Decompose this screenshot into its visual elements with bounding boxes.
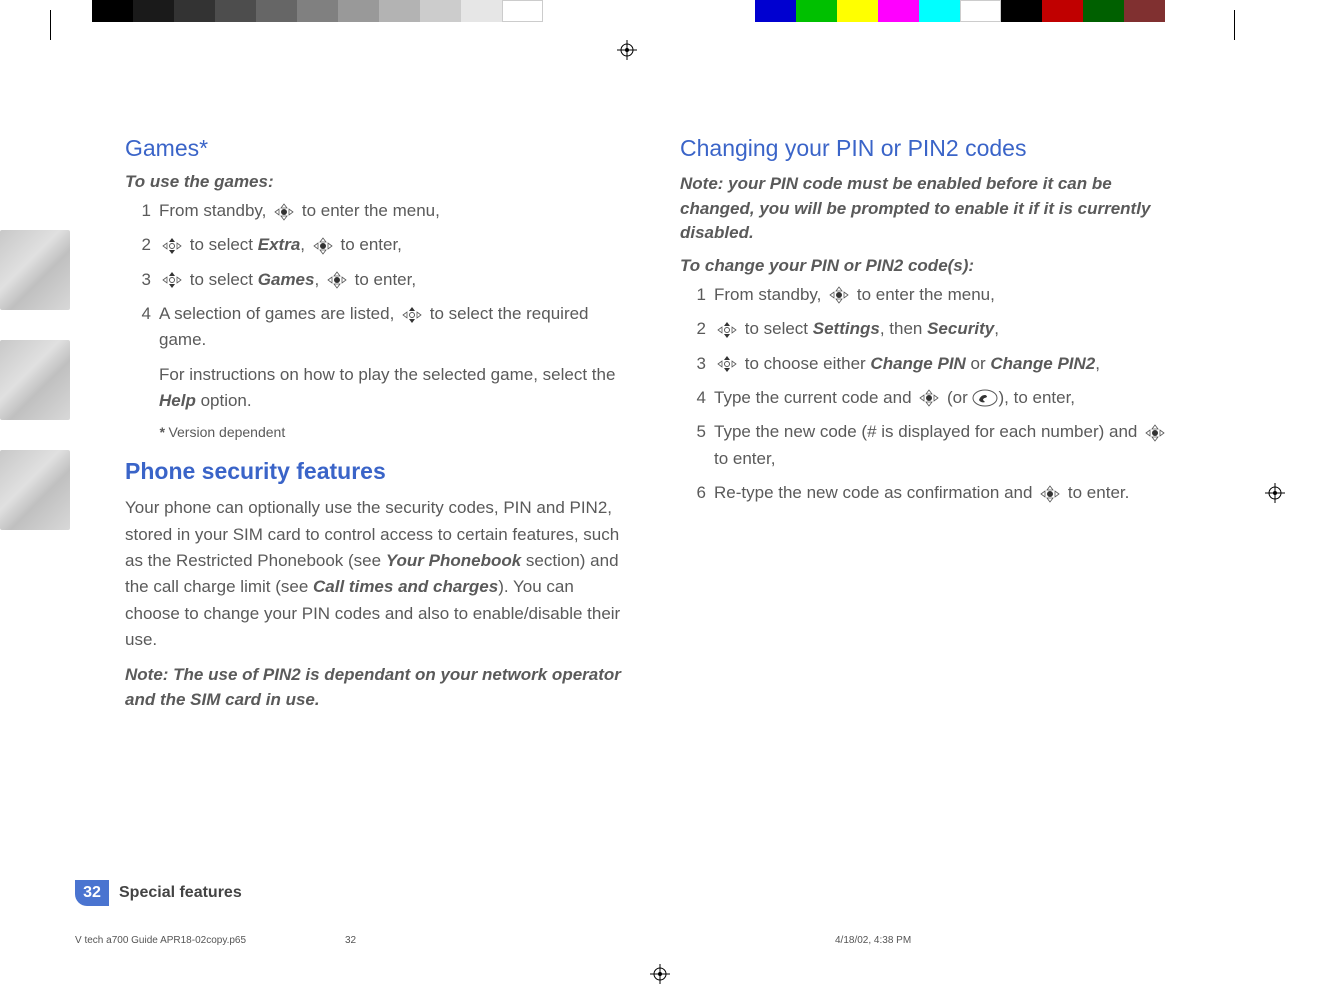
nav-center-icon [1144, 424, 1166, 442]
step-1: 1From standby, to enter the menu, [147, 198, 625, 224]
nav-center-icon [326, 271, 348, 289]
games-steps-list: 1From standby, to enter the menu, 2 to s… [125, 198, 625, 354]
nav-updown-icon [161, 271, 183, 289]
step-5: 5Type the new code (# is displayed for e… [702, 419, 1180, 472]
change-pin-steps-list: 1From standby, to enter the menu, 2 to s… [680, 282, 1180, 506]
step-2: 2 to select Extra, to enter, [147, 232, 625, 258]
subheading-change-pin: To change your PIN or PIN2 code(s): [680, 256, 1180, 276]
heading-games: Games* [125, 135, 625, 162]
step-4: 4A selection of games are listed, to sel… [147, 301, 625, 354]
nav-center-icon [828, 286, 850, 304]
security-paragraph: Your phone can optionally use the securi… [125, 495, 625, 653]
registration-mark-icon [617, 40, 637, 60]
call-key-icon [972, 389, 998, 407]
nav-center-icon [312, 237, 334, 255]
crop-mark [1205, 10, 1245, 50]
print-date: 4/18/02, 4:38 PM [835, 935, 911, 946]
step-4: 4Type the current code and (or ), to ent… [702, 385, 1180, 411]
print-page-number: 32 [345, 935, 835, 946]
step-3: 3 to choose either Change PIN or Change … [702, 351, 1180, 377]
page-number-badge: 32 [75, 880, 109, 906]
nav-updown-icon [401, 306, 423, 324]
source-filename: V tech a700 Guide APR18-02copy.p65 [75, 935, 345, 946]
left-column: Games* To use the games: 1From standby, … [125, 135, 625, 723]
nav-updown-icon [716, 355, 738, 373]
step-1: 1From standby, to enter the menu, [702, 282, 1180, 308]
pin2-note: Note: The use of PIN2 is dependant on yo… [125, 663, 625, 712]
color-calibration-bar [755, 0, 1165, 22]
help-instruction: For instructions on how to play the sele… [159, 362, 625, 415]
pin-enable-note: Note: your PIN code must be enabled befo… [680, 172, 1180, 246]
heading-change-pin: Changing your PIN or PIN2 codes [680, 135, 1180, 162]
step-3: 3 to select Games, to enter, [147, 267, 625, 293]
chapter-title: Special features [119, 884, 242, 902]
nav-center-icon [273, 203, 295, 221]
nav-center-icon [1039, 485, 1061, 503]
version-footnote: *Version dependent [159, 424, 625, 440]
page-footer: 32 Special features [75, 880, 242, 906]
crop-mark [40, 10, 80, 50]
step-2: 2 to select Settings, then Security, [702, 316, 1180, 342]
nav-updown-icon [716, 321, 738, 339]
subheading-use-games: To use the games: [125, 172, 625, 192]
print-metadata: V tech a700 Guide APR18-02copy.p65 32 4/… [75, 935, 1180, 946]
nav-center-icon [918, 389, 940, 407]
registration-mark-icon [650, 964, 670, 984]
step-6: 6Re-type the new code as confirmation an… [702, 480, 1180, 506]
grayscale-calibration-bar [92, 0, 543, 22]
registration-mark-icon [1265, 483, 1285, 503]
nav-updown-icon [161, 237, 183, 255]
heading-security: Phone security features [125, 458, 625, 485]
right-column: Changing your PIN or PIN2 codes Note: yo… [680, 135, 1180, 723]
decorative-side-images [0, 230, 70, 530]
